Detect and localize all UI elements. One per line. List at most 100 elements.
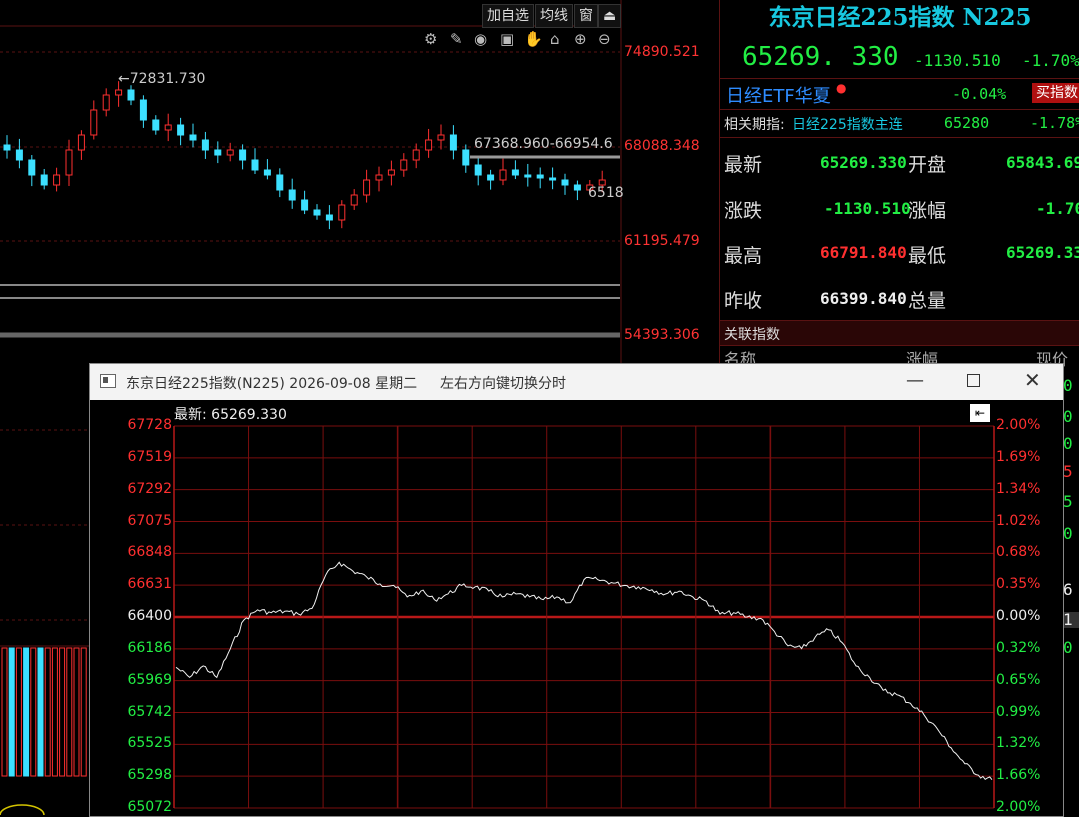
intraday-popup-window[interactable]: 东京日经225指数(N225) 2026-09-08 星期二 左右方向键切换分时… [89,363,1064,817]
candle-body [263,169,271,176]
futures-label: 相关期指: [724,117,785,133]
high-value: 66791.840 [820,243,907,262]
candle-body [288,189,296,201]
window-button[interactable]: 窗 [574,4,598,28]
volume-bar [80,647,87,777]
candle-body [139,99,147,121]
futures-row[interactable]: 相关期指: 日经225指数主连 65280 -1.78% [720,109,1079,138]
volume-bar [8,647,15,777]
futures-price: 65280 [944,114,990,132]
candle-body [251,159,259,171]
price-axis-label: 54393.306 [624,327,700,343]
kline-last-label: 6518 [588,185,624,201]
hand-icon[interactable]: ✋ [524,30,543,48]
partial-value: 5 [1063,462,1073,481]
pen-icon[interactable]: ✎ [450,30,463,48]
candle-body [301,199,309,211]
volume-bar [44,647,51,777]
intraday-grid [173,425,995,809]
price-axis-label: 61195.479 [624,233,700,249]
candle-body [276,174,284,191]
candle-body [77,134,85,151]
change-pct-label: 涨幅 [908,200,947,222]
partial-value: 5 [1063,492,1073,511]
low-label: 最低 [908,245,947,267]
exit-icon[interactable]: ⏏ [598,4,622,28]
volume-bar [23,647,30,777]
zoom-out-icon[interactable]: ⊖ [598,30,611,48]
candle-body [549,177,557,181]
volume-bar [1,647,8,777]
high-label: 最高 [724,245,763,267]
quote-title: 东京日经225指数 N225 [768,4,1032,31]
volume-bar [73,647,80,777]
partial-value: 0 [1063,524,1073,543]
chart-tools: ⚙ ✎ ◉ ▣ ✋ ⌂ ⊕ ⊖ [424,30,620,50]
candle-body [524,174,532,178]
etf-name[interactable]: 日经ETF华夏 [726,82,831,108]
candle-body [164,124,172,131]
candle-body [239,149,247,161]
volume-label: 总量 [908,290,947,312]
change-pct-value: -1.70% [1036,199,1079,218]
add-watchlist-button[interactable]: 加自选 [482,4,534,28]
quote-change-pct: -1.70% [1022,51,1079,70]
change-value: -1130.510 [824,199,911,218]
candle-body [338,204,346,221]
related-index-partial-values: 0 0 0 5 5 0 6 1 0 [1063,376,1079,666]
volume-bar [15,647,22,777]
partial-value: 6 [1063,580,1073,599]
candle-body [561,179,569,186]
candle-body [363,179,371,196]
prev-close-value: 66399.840 [820,289,907,308]
volume-bars [1,647,87,777]
futures-name[interactable]: 日经225指数主连 [792,114,903,134]
candle-body [313,209,321,216]
buy-index-button[interactable]: 买指数 [1032,83,1079,103]
candle-body [226,149,234,156]
candle-body [214,149,222,156]
moving-average-button[interactable]: 均线 [535,4,573,28]
candle-body [412,149,420,161]
partial-value: 1 [1063,612,1079,628]
candle-body [437,134,445,141]
partial-value: 0 [1063,434,1073,453]
candle-body [325,214,333,221]
related-index-title: 关联指数 [724,327,780,343]
zoom-in-icon[interactable]: ⊕ [574,30,587,48]
candle-body [350,194,358,206]
quote-change: -1130.510 [914,51,1001,70]
briefcase-icon[interactable]: ▣ [500,30,514,48]
volume-bar [37,647,44,777]
candle-body [115,89,123,96]
candle-body [474,164,482,176]
candle-body [449,134,457,151]
low-value: 65269.33 [1006,243,1079,262]
candle-body [152,119,160,131]
lock-icon[interactable]: ⌂ [550,30,560,48]
latest-value: 65269.330 [820,153,907,172]
etf-pct: -0.04% [952,85,1007,103]
candle-body [65,149,73,176]
price-axis-label: 74890.521 [624,44,700,60]
related-index-header: 关联指数 [720,320,1079,346]
kline-range-label: 67368.960-66954.6 [474,136,613,152]
candle-body [177,124,185,136]
volume-bar [30,647,37,777]
candle-body [511,169,519,176]
partial-value: 0 [1063,407,1073,426]
etf-row[interactable]: 日经ETF华夏 ● -0.04% 买指数 [720,78,1079,110]
candle-body [127,89,135,101]
candle-body [28,159,36,176]
partial-value: 0 [1063,376,1073,395]
eye-icon[interactable]: ◉ [474,30,487,48]
candle-body [487,174,495,181]
settings-icon[interactable]: ⚙ [424,30,437,48]
latest-label: 最新 [724,154,763,176]
candle-body [573,184,581,191]
change-label: 涨跌 [724,200,763,222]
candle-body [40,174,48,186]
candle-body [53,174,61,186]
candle-body [425,139,433,151]
candle-body [201,139,209,151]
